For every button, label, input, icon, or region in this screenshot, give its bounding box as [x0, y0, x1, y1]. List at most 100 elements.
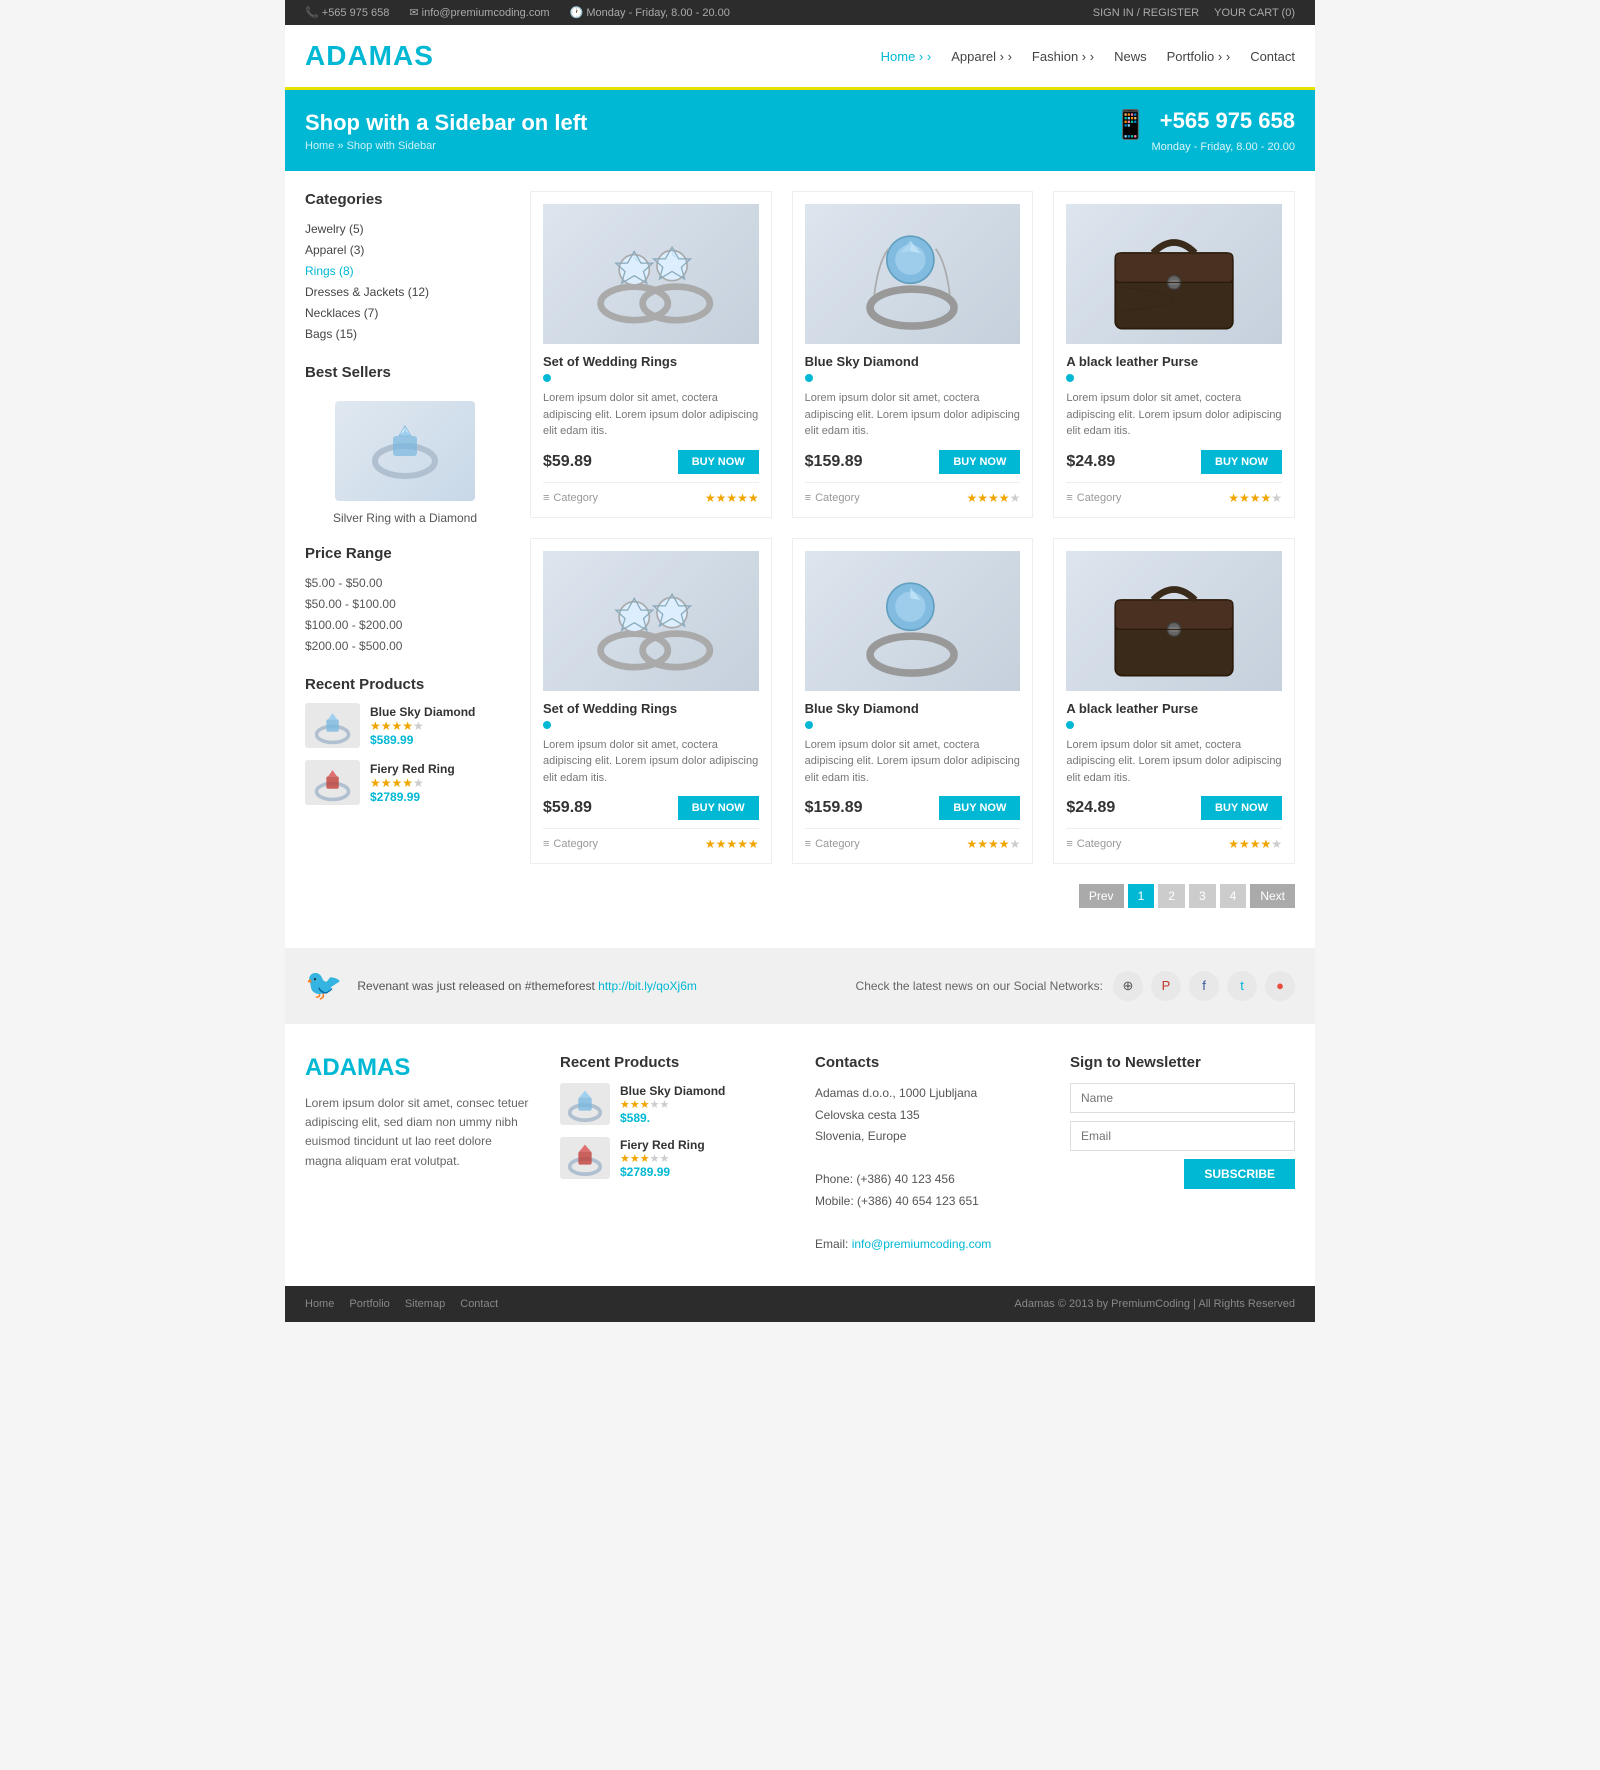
- product-category: ≡ Category: [805, 492, 860, 504]
- blue-diamond-svg-2: [815, 558, 1009, 684]
- twitter-link[interactable]: http://bit.ly/qoXj6m: [598, 979, 697, 993]
- purse-svg: [1077, 211, 1271, 337]
- cat-dresses[interactable]: Dresses & Jackets (12): [305, 285, 429, 299]
- facebook-icon[interactable]: f: [1189, 971, 1219, 1001]
- footer-product-price-2: $2789.99: [620, 1165, 705, 1179]
- pagination-page-3[interactable]: 3: [1189, 884, 1216, 908]
- price-range-1[interactable]: $5.00 - $50.00: [305, 576, 382, 590]
- product-dot: [1066, 374, 1074, 382]
- footer-desc: Lorem ipsum dolor sit amet, consec tetue…: [305, 1094, 530, 1171]
- buy-button[interactable]: BUY NOW: [678, 450, 759, 474]
- nav-portfolio[interactable]: Portfolio ›: [1167, 49, 1231, 64]
- buy-button[interactable]: BUY NOW: [1201, 796, 1282, 820]
- product-desc: Lorem ipsum dolor sit amet, coctera adip…: [1066, 737, 1282, 787]
- cart-link[interactable]: YOUR CART (0): [1214, 7, 1295, 19]
- rss-icon[interactable]: ⊕: [1113, 971, 1143, 1001]
- cat-necklaces[interactable]: Necklaces (7): [305, 306, 378, 320]
- footer-link-home[interactable]: Home: [305, 1298, 334, 1310]
- topbar-hours: 🕐 Monday - Friday, 8.00 - 20.00: [570, 6, 730, 19]
- signin-link[interactable]: SIGN IN / REGISTER: [1093, 7, 1199, 19]
- twitter-social-icon[interactable]: t: [1227, 971, 1257, 1001]
- recent-product-name-2: Fiery Red Ring: [370, 762, 455, 776]
- logo-part2: MAS: [369, 40, 434, 71]
- recent-products-title: Recent Products: [305, 676, 505, 693]
- pagination-prev[interactable]: Prev: [1079, 884, 1124, 908]
- footer-bottom: Home Portfolio Sitemap Contact Adamas © …: [285, 1286, 1315, 1322]
- top-bar-left: 📞 +565 975 658 ✉ info@premiumcoding.com …: [305, 6, 730, 19]
- recent-ring-svg-1: [308, 706, 358, 746]
- wedding-rings-svg-2: [554, 558, 748, 684]
- breadcrumb: Home » Shop with Sidebar: [305, 140, 587, 152]
- breadcrumb-current: Shop with Sidebar: [347, 140, 436, 152]
- footer-link-portfolio[interactable]: Portfolio: [349, 1298, 389, 1310]
- pagination-page-2[interactable]: 2: [1158, 884, 1185, 908]
- product-footer: $159.89 BUY NOW: [805, 450, 1021, 474]
- nav-home[interactable]: Home ›: [881, 49, 932, 64]
- product-name: Blue Sky Diamond: [805, 354, 1021, 369]
- product-stars: ★★★★★: [705, 491, 759, 505]
- recent-product-image-2: [305, 760, 360, 805]
- nav-fashion[interactable]: Fashion ›: [1032, 49, 1094, 64]
- hero-phone-number: +565 975 658: [1160, 108, 1295, 133]
- breadcrumb-home[interactable]: Home: [305, 140, 334, 152]
- cat-jewelry[interactable]: Jewelry (5): [305, 222, 364, 236]
- list-item: $5.00 - $50.00: [305, 572, 505, 593]
- newsletter-email-input[interactable]: [1070, 1121, 1295, 1151]
- cat-rings[interactable]: Rings (8): [305, 264, 354, 278]
- list-item: Bags (15): [305, 323, 505, 344]
- subscribe-button[interactable]: SUBSCRIBE: [1184, 1159, 1295, 1189]
- pagination-page-1[interactable]: 1: [1128, 884, 1155, 908]
- recent-product-stars-2: ★★★★★: [370, 776, 455, 790]
- product-row-1: Set of Wedding Rings Lorem ipsum dolor s…: [530, 191, 1295, 518]
- product-footer: $24.89 BUY NOW: [1066, 450, 1282, 474]
- nav-contact[interactable]: Contact: [1250, 49, 1295, 64]
- hero-phone: 📱 +565 975 658 Monday - Friday, 8.00 - 2…: [1113, 108, 1295, 153]
- cat-bags[interactable]: Bags (15): [305, 327, 357, 341]
- list-item: Jewelry (5): [305, 218, 505, 239]
- product-image: [543, 204, 759, 344]
- cat-apparel[interactable]: Apparel (3): [305, 243, 364, 257]
- product-desc: Lorem ipsum dolor sit amet, coctera adip…: [543, 390, 759, 440]
- product-footer: $59.89 BUY NOW: [543, 796, 759, 820]
- product-stars: ★★★★★: [1228, 837, 1282, 851]
- product-price: $159.89: [805, 799, 863, 817]
- product-footer: $159.89 BUY NOW: [805, 796, 1021, 820]
- bestsellers-section: Best Sellers ‹ ›: [305, 364, 505, 391]
- header: ADAMAS Home › Apparel › Fashion › News P…: [285, 25, 1315, 90]
- recent-product-info-1: Blue Sky Diamond ★★★★★ $589.99: [370, 705, 475, 747]
- product-meta: ≡ Category ★★★★★: [805, 828, 1021, 851]
- list-item: $100.00 - $200.00: [305, 614, 505, 635]
- product-dot: [543, 721, 551, 729]
- category-icon: ≡: [1066, 492, 1072, 504]
- price-range-3[interactable]: $100.00 - $200.00: [305, 618, 402, 632]
- buy-button[interactable]: BUY NOW: [939, 450, 1020, 474]
- category-icon: ≡: [543, 838, 549, 850]
- pinterest-icon[interactable]: P: [1151, 971, 1181, 1001]
- footer-contacts-col: Contacts Adamas d.o.o., 1000 Ljubljana C…: [815, 1054, 1040, 1256]
- buy-button[interactable]: BUY NOW: [939, 796, 1020, 820]
- footer-link-contact[interactable]: Contact: [460, 1298, 498, 1310]
- product-card: Blue Sky Diamond Lorem ipsum dolor sit a…: [792, 538, 1034, 865]
- buy-button[interactable]: BUY NOW: [678, 796, 759, 820]
- footer-link-sitemap[interactable]: Sitemap: [405, 1298, 445, 1310]
- bestsellers-title: Best Sellers: [305, 364, 391, 381]
- nav-apparel[interactable]: Apparel ›: [951, 49, 1012, 64]
- list-item: Apparel (3): [305, 239, 505, 260]
- price-range-4[interactable]: $200.00 - $500.00: [305, 639, 402, 653]
- footer-product-name-1: Blue Sky Diamond: [620, 1084, 725, 1098]
- buy-button[interactable]: BUY NOW: [1201, 450, 1282, 474]
- footer-ring-svg-2: [561, 1138, 609, 1178]
- product-stars: ★★★★★: [967, 491, 1021, 505]
- pagination-next[interactable]: Next: [1250, 884, 1295, 908]
- footer-email-link[interactable]: info@premiumcoding.com: [852, 1237, 992, 1251]
- newsletter-name-input[interactable]: [1070, 1083, 1295, 1113]
- blue-diamond-svg: [815, 211, 1009, 337]
- recent-product-item: Fiery Red Ring ★★★★★ $2789.99: [305, 760, 505, 805]
- list-item: Dresses & Jackets (12): [305, 281, 505, 302]
- nav-news[interactable]: News: [1114, 49, 1147, 64]
- price-range-2[interactable]: $50.00 - $100.00: [305, 597, 396, 611]
- pagination-page-4[interactable]: 4: [1220, 884, 1247, 908]
- recent-ring-svg-2: [308, 763, 358, 803]
- dribbble-icon[interactable]: ●: [1265, 971, 1295, 1001]
- product-image: [1066, 204, 1282, 344]
